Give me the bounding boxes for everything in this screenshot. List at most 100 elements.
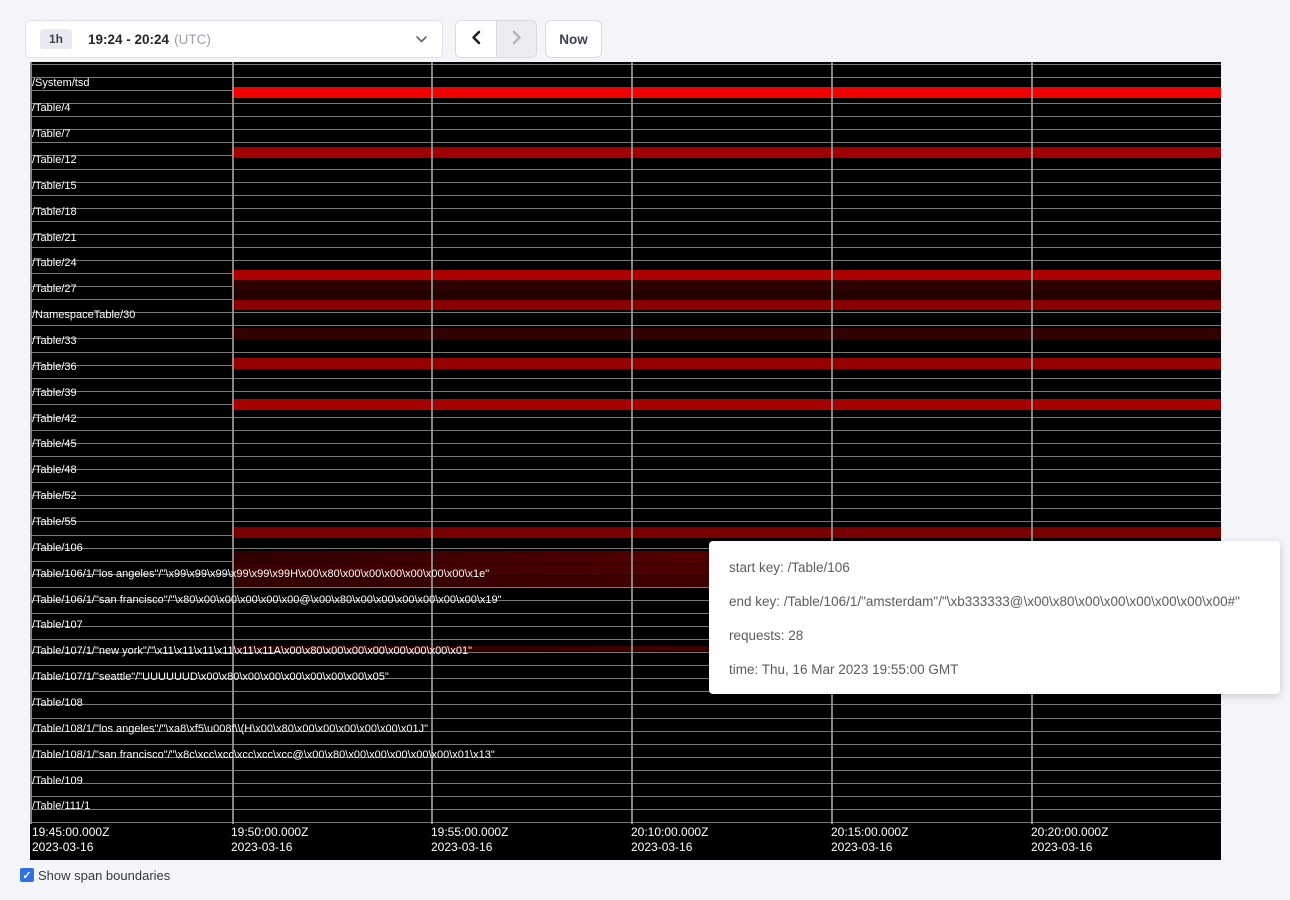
axis-tick-date: 2023-03-16 bbox=[1031, 840, 1108, 855]
now-button[interactable]: Now bbox=[545, 20, 602, 58]
gridline-horizontal bbox=[30, 142, 1221, 143]
gridline-vertical bbox=[232, 62, 234, 824]
gridline-horizontal bbox=[30, 312, 1221, 313]
gridline-horizontal bbox=[30, 822, 1221, 823]
axis-tick-time: 19:45:00.000Z bbox=[32, 825, 109, 840]
row-label: /Table/45 bbox=[32, 438, 77, 451]
chevron-down-icon bbox=[416, 36, 427, 43]
gridline-horizontal bbox=[30, 77, 1221, 78]
heat-band[interactable] bbox=[232, 280, 1221, 290]
gridline-horizontal bbox=[30, 469, 1221, 470]
row-label: /Table/106 bbox=[32, 542, 83, 555]
timezone-label: (UTC) bbox=[174, 32, 211, 47]
gridline-horizontal bbox=[30, 391, 1221, 392]
axis-tick-date: 2023-03-16 bbox=[431, 840, 508, 855]
gridline-horizontal bbox=[30, 744, 1221, 745]
axis-tick-time: 20:10:00.000Z bbox=[631, 825, 708, 840]
row-label: /Table/15 bbox=[32, 180, 77, 193]
row-label: /Table/52 bbox=[32, 490, 77, 503]
heat-band[interactable] bbox=[232, 328, 1221, 340]
row-label: /Table/108/1/"los angeles"/"\xa8\xf5\u00… bbox=[32, 723, 428, 736]
tooltip-line: start key: /Table/106 bbox=[729, 551, 1280, 585]
time-range-value: 19:24 - 20:24 bbox=[88, 32, 169, 47]
show-span-boundaries-checkbox[interactable]: ✓ bbox=[20, 868, 34, 882]
gridline-horizontal bbox=[30, 234, 1221, 235]
gridline-horizontal bbox=[30, 182, 1221, 183]
axis-tick: 20:10:00.000Z2023-03-16 bbox=[631, 825, 708, 855]
axis-tick-time: 19:55:00.000Z bbox=[431, 825, 508, 840]
row-label: /Table/12 bbox=[32, 154, 77, 167]
gridline-horizontal bbox=[30, 129, 1221, 130]
row-label: /Table/107/1/"new york"/"\x11\x11\x11\x1… bbox=[32, 645, 472, 658]
gridline-horizontal bbox=[30, 352, 1221, 353]
tooltip-line: end key: /Table/106/1/"amsterdam"/"\xb33… bbox=[729, 585, 1280, 619]
check-icon: ✓ bbox=[22, 869, 31, 882]
gridline-horizontal bbox=[30, 456, 1221, 457]
gridline-horizontal bbox=[30, 718, 1221, 719]
time-range-label: 19:24 - 20:24 (UTC) bbox=[88, 32, 211, 47]
gridline-horizontal bbox=[30, 221, 1221, 222]
show-span-boundaries-label: Show span boundaries bbox=[38, 868, 170, 883]
gridline-horizontal bbox=[30, 64, 1221, 65]
gridline-horizontal bbox=[30, 325, 1221, 326]
heat-band[interactable] bbox=[232, 270, 1221, 280]
axis-tick: 19:45:00.000Z2023-03-16 bbox=[32, 825, 109, 855]
row-label: /Table/48 bbox=[32, 464, 77, 477]
row-label: /Table/7 bbox=[32, 128, 71, 141]
gridline-horizontal bbox=[30, 260, 1221, 261]
key-visualizer-page: 1h 19:24 - 20:24(UTC) Now /System/tsd/T bbox=[0, 0, 1290, 900]
row-label: /Table/21 bbox=[32, 232, 77, 245]
row-label: /Table/108 bbox=[32, 697, 83, 710]
row-label: /Table/42 bbox=[32, 413, 77, 426]
row-label: /Table/111/1 bbox=[32, 800, 90, 813]
heat-band[interactable] bbox=[232, 300, 1221, 310]
heat-band[interactable] bbox=[232, 527, 1221, 538]
gridline-horizontal bbox=[30, 495, 1221, 496]
gridline-horizontal bbox=[30, 116, 1221, 117]
row-label: /Table/39 bbox=[32, 387, 77, 400]
key-visualizer-heatmap[interactable]: /System/tsd/Table/4/Table/7/Table/12/Tab… bbox=[30, 62, 1221, 860]
row-label: /Table/106/1/"los angeles"/"\x99\x99\x99… bbox=[32, 568, 489, 581]
time-range-picker[interactable]: 1h 19:24 - 20:24 (UTC) bbox=[25, 20, 443, 58]
prev-window-button[interactable] bbox=[456, 21, 496, 57]
row-label: /Table/36 bbox=[32, 361, 77, 374]
row-label: /Table/33 bbox=[32, 335, 77, 348]
row-label: /Table/106/1/"san francisco"/"\x80\x00\x… bbox=[32, 594, 502, 607]
chevron-left-icon bbox=[470, 30, 482, 48]
gridline-horizontal bbox=[30, 208, 1221, 209]
axis-tick-time: 20:20:00.000Z bbox=[1031, 825, 1108, 840]
row-label: /Table/18 bbox=[32, 206, 77, 219]
axis-tick-time: 19:50:00.000Z bbox=[231, 825, 308, 840]
axis-tick-date: 2023-03-16 bbox=[32, 840, 109, 855]
row-label: /Table/4 bbox=[32, 102, 71, 115]
span-tooltip: start key: /Table/106end key: /Table/106… bbox=[709, 541, 1280, 694]
heat-band[interactable] bbox=[232, 399, 1221, 410]
row-label: /NamespaceTable/30 bbox=[32, 309, 135, 322]
row-label: /System/tsd bbox=[32, 77, 89, 90]
gridline-horizontal bbox=[30, 508, 1221, 509]
row-label: /Table/109 bbox=[32, 775, 83, 788]
gridline-vertical bbox=[1031, 62, 1033, 824]
axis-tick-date: 2023-03-16 bbox=[631, 840, 708, 855]
duration-badge: 1h bbox=[40, 29, 72, 49]
heat-band[interactable] bbox=[232, 358, 1221, 369]
gridline-horizontal bbox=[30, 521, 1221, 522]
row-label: /Table/108/1/"san francisco"/"\x8c\xcc\x… bbox=[32, 749, 495, 762]
time-window-nav bbox=[455, 20, 537, 58]
gridline-horizontal bbox=[30, 195, 1221, 196]
heat-band[interactable] bbox=[232, 147, 1221, 158]
row-label: /Table/107 bbox=[32, 619, 83, 632]
heat-band[interactable] bbox=[232, 290, 1221, 300]
gridline-vertical bbox=[831, 62, 833, 824]
tooltip-line: time: Thu, 16 Mar 2023 19:55:00 GMT bbox=[729, 653, 1280, 687]
row-label: /Table/55 bbox=[32, 516, 77, 529]
row-label: /Table/107/1/"seattle"/"UUUUUUD\x00\x80\… bbox=[32, 671, 389, 684]
gridline-vertical bbox=[431, 62, 433, 824]
axis-tick: 19:55:00.000Z2023-03-16 bbox=[431, 825, 508, 855]
footer-controls: ✓ Show span boundaries bbox=[20, 866, 170, 884]
heat-band[interactable] bbox=[232, 87, 1221, 98]
axis-tick: 20:20:00.000Z2023-03-16 bbox=[1031, 825, 1108, 855]
next-window-button[interactable] bbox=[496, 21, 536, 57]
gridline-horizontal bbox=[30, 783, 1221, 784]
gridline-horizontal bbox=[30, 704, 1221, 705]
